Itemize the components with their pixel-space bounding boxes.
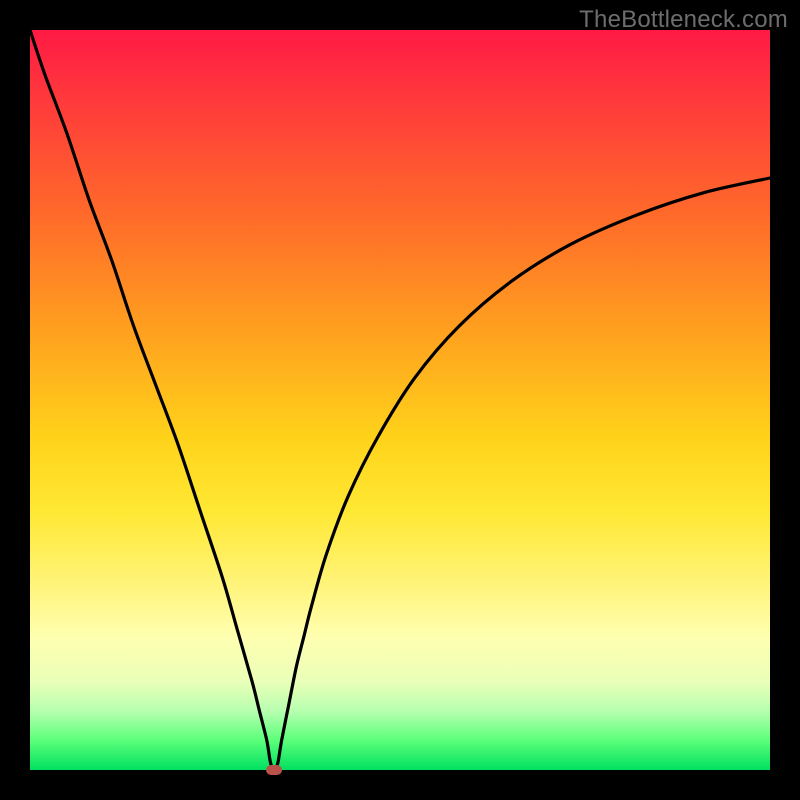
watermark-text: TheBottleneck.com: [579, 6, 788, 34]
plot-area: [30, 30, 770, 770]
chart-frame: TheBottleneck.com: [0, 0, 800, 800]
curve-path: [30, 30, 770, 770]
bottleneck-curve: [30, 30, 770, 770]
optimum-marker: [266, 765, 282, 775]
